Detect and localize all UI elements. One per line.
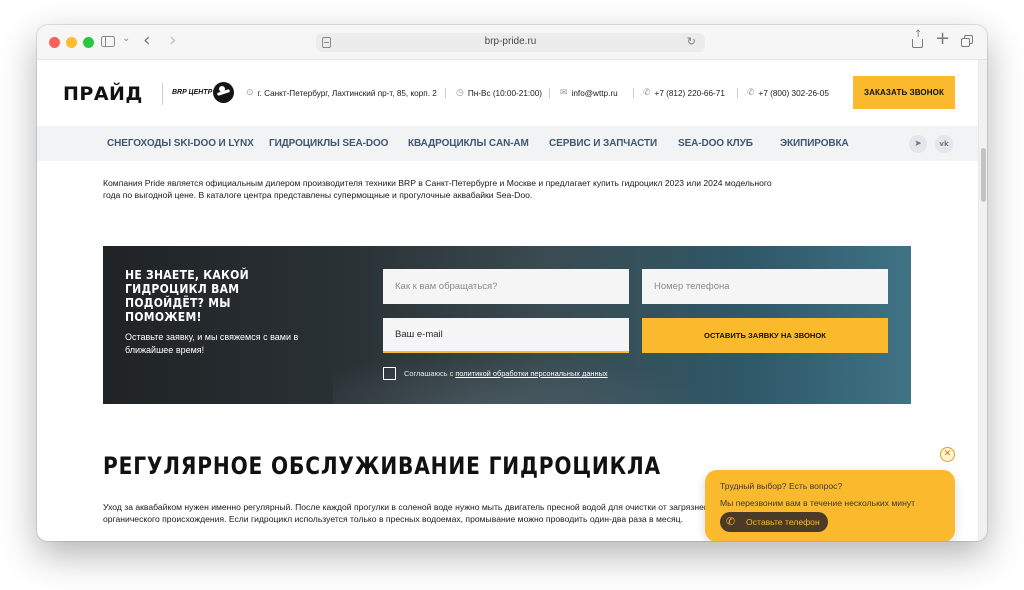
logo-divider xyxy=(162,83,163,105)
order-call-button[interactable]: ЗАКАЗАТЬ ЗВОНОК xyxy=(853,76,955,109)
hours-text: Пн-Вс (10:00-21:00) xyxy=(467,88,542,98)
header-phone-1[interactable]: ✆ +7 (812) 220-66-71 xyxy=(643,88,725,98)
zoom-window-button[interactable] xyxy=(83,37,94,48)
phone-field[interactable] xyxy=(642,269,888,304)
page-viewport: ПРАЙД BRP ЦЕНТР ⊙ г. Санкт-Петербург, Ла… xyxy=(37,60,987,541)
brp-emblem-icon xyxy=(213,82,234,103)
email-text[interactable]: info@wttp.ru xyxy=(572,89,618,98)
sidebar-toggle-icon[interactable] xyxy=(101,36,115,47)
main-nav: СНЕГОХОДЫ SKI-DOO И LYNX ГИДРОЦИКЛЫ SEA-… xyxy=(37,126,978,161)
address-bar[interactable]: brp-pride.ru ↻ xyxy=(316,33,705,52)
nav-item-service[interactable]: СЕРВИС И ЗАПЧАСТИ xyxy=(549,138,657,149)
mail-icon: ✉ xyxy=(560,88,568,98)
close-window-button[interactable] xyxy=(49,37,60,48)
leave-phone-button[interactable]: ✆ Оставьте телефон xyxy=(720,512,828,532)
chevron-down-icon[interactable]: ⌄ xyxy=(122,34,130,44)
submit-callback-button[interactable]: ОСТАВИТЬ ЗАЯВКУ НА ЗВОНОК xyxy=(642,318,888,353)
lead-form-subtitle: Оставьте заявку, и мы свяжемся с вами в … xyxy=(125,332,299,355)
clock-icon: ◷ xyxy=(456,88,464,98)
phone-icon: ✆ xyxy=(747,88,755,98)
section-heading: РЕГУЛЯРНОЕ ОБСЛУЖИВАНИЕ ГИДРОЦИКЛА xyxy=(103,452,661,480)
leave-phone-label: Оставьте телефон xyxy=(746,517,820,527)
tab-overview-icon[interactable] xyxy=(961,35,973,47)
browser-toolbar: ⌄ ‹ › brp-pride.ru ↻ ↑ + xyxy=(37,25,987,60)
close-icon[interactable]: ✕ xyxy=(940,447,955,462)
intro-text: Компания Pride является официальным диле… xyxy=(103,178,772,200)
location-pin-icon: ⊙ xyxy=(246,88,254,98)
header-divider xyxy=(445,88,446,98)
minimize-window-button[interactable] xyxy=(66,37,77,48)
privacy-policy-link[interactable]: политикой обработки персональных данных xyxy=(455,369,607,378)
address-url: brp-pride.ru xyxy=(484,36,537,47)
consent-prefix: Соглашаюсь с xyxy=(404,369,456,378)
consent-label: Соглашаюсь с политикой обработки персона… xyxy=(404,369,608,378)
back-icon[interactable]: ‹ xyxy=(143,31,151,50)
address-text: г. Санкт-Петербург, Лахтинский пр-т, 85,… xyxy=(257,88,437,98)
lead-form-banner: НЕ ЗНАЕТЕ, КАКОЙ ГИДРОЦИКЛ ВАМ ПОДОЙДЁТ?… xyxy=(103,246,911,404)
consent-checkbox[interactable] xyxy=(383,367,396,380)
page-scrollbar[interactable] xyxy=(978,60,987,541)
name-field[interactable] xyxy=(383,269,629,304)
new-tab-icon[interactable]: + xyxy=(935,30,950,48)
header-divider xyxy=(737,88,738,98)
header-hours: ◷ Пн-Вс (10:00-21:00) xyxy=(456,88,542,98)
nav-item-atvs[interactable]: КВАДРОЦИКЛЫ CAN-AM xyxy=(408,138,529,149)
header-phone-2[interactable]: ✆ +7 (800) 302-26-05 xyxy=(747,88,829,98)
phone-1-text[interactable]: +7 (812) 220-66-71 xyxy=(655,89,725,98)
popup-question: Трудный выбор? Есть вопрос? xyxy=(720,481,843,491)
share-icon[interactable]: ↑ xyxy=(912,30,923,48)
callback-popup: Трудный выбор? Есть вопрос? Мы перезвони… xyxy=(705,470,955,541)
header-address: ⊙ г. Санкт-Петербург, Лахтинский пр-т, 8… xyxy=(246,88,437,98)
header-divider xyxy=(549,88,550,98)
browser-window: ⌄ ‹ › brp-pride.ru ↻ ↑ + ПРАЙД BRP ЦЕНТР… xyxy=(37,25,987,541)
header-divider xyxy=(633,88,634,98)
nav-item-jetskis[interactable]: ГИДРОЦИКЛЫ SEA-DOO xyxy=(269,138,388,149)
nav-item-gear[interactable]: ЭКИПИРОВКА xyxy=(780,138,849,149)
nav-item-snowmobiles[interactable]: СНЕГОХОДЫ SKI-DOO И LYNX xyxy=(107,138,254,149)
vk-icon[interactable]: vk xyxy=(935,135,953,153)
reload-icon[interactable]: ↻ xyxy=(687,35,696,48)
popup-message: Мы перезвоним вам в течение нескольких м… xyxy=(720,498,916,508)
telegram-icon[interactable]: ➤ xyxy=(909,135,927,153)
email-field[interactable] xyxy=(383,318,629,353)
phone-2-text[interactable]: +7 (800) 302-26-05 xyxy=(759,89,829,98)
brp-center-label: BRP ЦЕНТР xyxy=(172,89,213,96)
pride-logo[interactable]: ПРАЙД xyxy=(63,84,143,104)
header-email[interactable]: ✉ info@wttp.ru xyxy=(560,88,618,98)
scrollbar-thumb[interactable] xyxy=(981,148,986,202)
phone-icon: ✆ xyxy=(643,88,651,98)
forward-icon[interactable]: › xyxy=(169,31,177,50)
section-text: Уход за аквабайком нужен именно регулярн… xyxy=(103,502,765,524)
nav-item-sea-doo-club[interactable]: SEA-DOO КЛУБ xyxy=(678,138,753,149)
phone-icon: ✆ xyxy=(726,515,736,528)
lead-form-title: НЕ ЗНАЕТЕ, КАКОЙ ГИДРОЦИКЛ ВАМ ПОДОЙДЁТ?… xyxy=(125,267,249,324)
site-header: ПРАЙД BRP ЦЕНТР ⊙ г. Санкт-Петербург, Ла… xyxy=(37,60,978,125)
